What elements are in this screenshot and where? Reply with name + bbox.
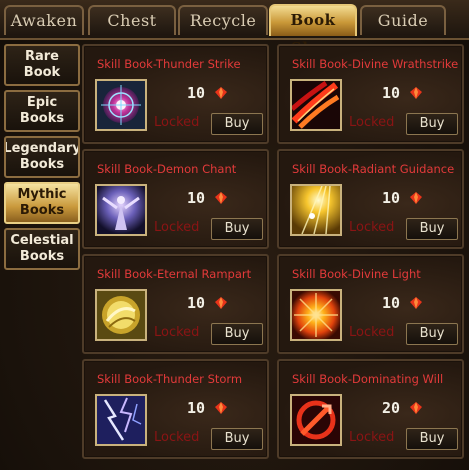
sidebar-item-label: Epic Books xyxy=(19,95,65,126)
book-status: Locked xyxy=(154,430,200,445)
book-category-sidebar: Rare Book Epic Books Legendary Books Myt… xyxy=(0,40,80,470)
book-price: 10 xyxy=(187,399,206,417)
book-title: Skill Book-Thunder Strike xyxy=(97,57,241,71)
book-card: Skill Book-Demon Chant 10 Locked Buy xyxy=(82,149,269,249)
red-gem-icon xyxy=(215,402,227,414)
eternal-rampart-icon[interactable] xyxy=(95,289,147,341)
sidebar-item-celestial-books[interactable]: Celestial Books xyxy=(4,228,80,270)
red-gem-icon xyxy=(410,297,422,309)
book-card: Skill Book-Divine Wrathstrike 10 Locked … xyxy=(277,44,464,144)
dominating-will-icon[interactable] xyxy=(290,394,342,446)
book-shop-window: Awaken Chest Recycle Book Shop Guide Rar… xyxy=(0,0,469,470)
book-card: Skill Book-Divine Light 10 Locked Buy xyxy=(277,254,464,354)
sidebar-item-label: Celestial xyxy=(10,233,74,248)
book-status: Locked xyxy=(154,325,200,340)
tab-recycle[interactable]: Recycle xyxy=(178,5,268,35)
book-status: Locked xyxy=(349,220,395,235)
book-status: Locked xyxy=(349,325,395,340)
sidebar-item-label: Rare Book xyxy=(23,49,61,80)
sidebar-item-legendary-books[interactable]: Legendary Books xyxy=(4,136,80,178)
book-grid: Skill Book-Thunder Strike 10 Locked Buy … xyxy=(80,40,469,470)
book-title: Skill Book-Dominating Will xyxy=(292,372,444,386)
sidebar-item-mythic-books[interactable]: Mythic Books xyxy=(4,182,80,224)
book-title: Skill Book-Divine Light xyxy=(292,267,421,281)
book-card: Skill Book-Eternal Rampart 10 Locked Buy xyxy=(82,254,269,354)
book-card: Skill Book-Thunder Strike 10 Locked Buy xyxy=(82,44,269,144)
buy-button[interactable]: Buy xyxy=(211,218,263,240)
divine-light-icon[interactable] xyxy=(290,289,342,341)
buy-button[interactable]: Buy xyxy=(211,323,263,345)
red-gem-icon xyxy=(410,87,422,99)
red-gem-icon xyxy=(215,192,227,204)
buy-button[interactable]: Buy xyxy=(406,113,458,135)
book-status: Locked xyxy=(349,115,395,130)
book-price: 10 xyxy=(382,84,401,102)
book-title: Skill Book-Demon Chant xyxy=(97,162,237,176)
book-card: Skill Book-Dominating Will 20 Locked Buy xyxy=(277,359,464,459)
book-title: Skill Book-Thunder Storm xyxy=(97,372,243,386)
buy-button[interactable]: Buy xyxy=(211,428,263,450)
book-status: Locked xyxy=(154,220,200,235)
book-title: Skill Book-Radiant Guidance xyxy=(292,162,455,176)
red-gem-icon xyxy=(410,402,422,414)
sidebar-item-label: Books xyxy=(19,157,65,172)
book-title: Skill Book-Eternal Rampart xyxy=(97,267,252,281)
sidebar-item-epic-books[interactable]: Epic Books xyxy=(4,90,80,132)
tab-awaken[interactable]: Awaken xyxy=(4,5,84,35)
buy-button[interactable]: Buy xyxy=(406,428,458,450)
radiant-guidance-icon[interactable] xyxy=(290,184,342,236)
tab-chest[interactable]: Chest xyxy=(88,5,176,35)
sidebar-item-label: Books xyxy=(19,203,65,218)
red-gem-icon xyxy=(215,87,227,99)
sidebar-item-label: Legendary xyxy=(4,141,80,156)
book-price: 10 xyxy=(187,294,206,312)
buy-button[interactable]: Buy xyxy=(406,218,458,240)
red-gem-icon xyxy=(410,192,422,204)
tab-bar: Awaken Chest Recycle Book Shop Guide xyxy=(0,0,469,57)
thunder-strike-icon[interactable] xyxy=(95,79,147,131)
book-card: Skill Book-Radiant Guidance 10 Locked Bu… xyxy=(277,149,464,249)
book-price: 10 xyxy=(382,294,401,312)
book-title: Skill Book-Divine Wrathstrike xyxy=(292,57,459,71)
buy-button[interactable]: Buy xyxy=(406,323,458,345)
sidebar-item-label: Books xyxy=(19,249,65,264)
tab-book-shop[interactable]: Book Shop xyxy=(269,4,357,57)
sidebar-item-rare-book[interactable]: Rare Book xyxy=(4,44,80,86)
tab-guide[interactable]: Guide xyxy=(360,5,446,35)
thunder-storm-icon[interactable] xyxy=(95,394,147,446)
red-gem-icon xyxy=(215,297,227,309)
sidebar-item-label: Mythic xyxy=(17,187,67,202)
book-price: 20 xyxy=(382,399,401,417)
book-status: Locked xyxy=(154,115,200,130)
book-price: 10 xyxy=(187,189,206,207)
book-price: 10 xyxy=(382,189,401,207)
buy-button[interactable]: Buy xyxy=(211,113,263,135)
book-status: Locked xyxy=(349,430,395,445)
book-card: Skill Book-Thunder Storm 10 Locked Buy xyxy=(82,359,269,459)
divine-wrathstrike-icon[interactable] xyxy=(290,79,342,131)
book-price: 10 xyxy=(187,84,206,102)
demon-chant-icon[interactable] xyxy=(95,184,147,236)
